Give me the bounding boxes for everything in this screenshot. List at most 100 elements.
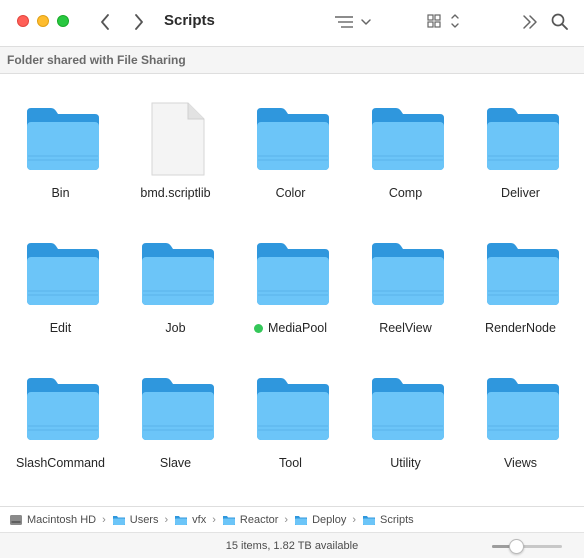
chevron-right-icon: › [164, 513, 169, 526]
finder-window: Scripts Folder shared with File Sharing … [0, 0, 584, 558]
item-label: Tool [233, 456, 348, 470]
path-crumb-label: Scripts [380, 513, 414, 526]
item-name: Bin [51, 186, 70, 200]
item-name: bmd.scriptlib [140, 186, 211, 200]
folder-icon [255, 104, 331, 174]
item-name: Comp [388, 186, 423, 200]
minimize-button[interactable] [37, 15, 49, 27]
folder-icon [255, 239, 331, 309]
folder-item[interactable]: ReelView [348, 209, 463, 335]
item-label: Views [463, 456, 578, 470]
folder-icon [25, 104, 101, 174]
folder-icon [112, 514, 126, 526]
folder-icon [370, 104, 446, 174]
item-name: ReelView [379, 321, 432, 335]
item-name: Edit [49, 321, 72, 335]
path-bar: Macintosh HD › Users › vfx › Reactor › Deploy › Sc… [0, 506, 584, 532]
item-name: Utility [390, 456, 421, 470]
item-label: Utility [348, 456, 463, 470]
grid-view-icon[interactable] [426, 12, 462, 32]
folder-item[interactable]: Job [118, 209, 233, 335]
folder-icon [222, 514, 236, 526]
item-label: Deliver [463, 186, 578, 200]
item-name: Color [275, 186, 306, 200]
status-bar: 15 items, 1.82 TB available [0, 532, 584, 558]
folder-item[interactable]: Color [233, 74, 348, 200]
item-label: Job [118, 321, 233, 335]
item-name: Slave [159, 456, 192, 470]
close-button[interactable] [17, 15, 29, 27]
folder-icon [255, 374, 331, 444]
folder-icon [294, 514, 308, 526]
folder-icon [25, 374, 101, 444]
item-name: Job [165, 321, 186, 335]
shared-folder-text: Folder shared with File Sharing [7, 53, 186, 67]
item-name: SlashCommand [16, 456, 105, 470]
window-title: Scripts [164, 12, 215, 29]
item-name: MediaPool [267, 321, 328, 335]
folder-item[interactable]: Slave [118, 344, 233, 470]
list-view-icon[interactable] [334, 13, 374, 31]
path-crumb[interactable]: Scripts [362, 514, 414, 526]
file-item[interactable]: bmd.scriptlib [118, 74, 233, 200]
item-name: Deliver [501, 186, 540, 200]
chevron-right-icon: › [284, 513, 289, 526]
folder-item[interactable]: SlashCommand [3, 344, 118, 470]
folder-item[interactable]: Utility [348, 344, 463, 470]
chevron-right-icon: › [212, 513, 216, 526]
folder-item[interactable]: Edit [3, 209, 118, 335]
folder-icon [485, 374, 561, 444]
path-crumb[interactable]: Deploy [294, 514, 346, 526]
folder-icon [25, 239, 101, 309]
folder-item[interactable]: Bin [3, 74, 118, 200]
item-label: SlashCommand [3, 456, 118, 470]
path-crumb-label: Deploy [312, 513, 347, 526]
search-icon[interactable] [550, 12, 570, 32]
icon-size-slider[interactable] [492, 539, 562, 554]
tag-dot-icon [253, 324, 263, 333]
item-label: Edit [3, 321, 118, 335]
item-label: ReelView [348, 321, 463, 335]
folder-item[interactable]: Deliver [463, 74, 578, 200]
zoom-button[interactable] [57, 15, 69, 27]
path-crumb[interactable]: Macintosh HD [9, 514, 96, 526]
file-grid: Bin bmd.scriptlib Color Comp Deliver Edi… [0, 74, 584, 504]
chevron-right-icon: › [352, 513, 357, 526]
folder-icon [362, 514, 376, 526]
back-icon[interactable] [96, 12, 114, 32]
folder-icon [370, 374, 446, 444]
more-icon[interactable] [520, 13, 540, 31]
path-crumb-label: Users [129, 513, 159, 526]
item-label: Comp [348, 186, 463, 200]
item-label: Bin [3, 186, 118, 200]
folder-item[interactable]: RenderNode [463, 209, 578, 335]
shared-folder-banner: Folder shared with File Sharing [0, 46, 584, 74]
folder-item[interactable]: Views [463, 344, 578, 470]
path-crumb[interactable]: vfx [174, 514, 206, 526]
folder-item[interactable]: MediaPool [233, 209, 348, 335]
item-label: bmd.scriptlib [118, 186, 233, 200]
folder-item[interactable]: Tool [233, 344, 348, 470]
folder-item[interactable]: Comp [348, 74, 463, 200]
folder-icon [370, 239, 446, 309]
path-crumb-label: vfx [192, 513, 207, 526]
slider-knob[interactable] [509, 539, 524, 554]
item-name: RenderNode [485, 321, 556, 335]
folder-icon [140, 239, 216, 309]
item-label: MediaPool [233, 321, 348, 335]
chevron-right-icon: › [102, 513, 106, 526]
disk-icon [9, 514, 23, 526]
item-label: RenderNode [463, 321, 578, 335]
folder-icon [485, 239, 561, 309]
path-crumb-label: Reactor [239, 513, 279, 526]
item-name: Tool [279, 456, 302, 470]
item-name: Views [503, 456, 538, 470]
path-crumb[interactable]: Reactor [222, 513, 279, 526]
toolbar: Scripts [0, 0, 584, 46]
document-icon [140, 101, 216, 176]
item-label: Color [233, 186, 348, 200]
path-crumb[interactable]: Users [112, 513, 159, 526]
forward-icon[interactable] [130, 12, 148, 32]
folder-icon [485, 104, 561, 174]
path-crumb-label: Macintosh HD [27, 513, 97, 526]
